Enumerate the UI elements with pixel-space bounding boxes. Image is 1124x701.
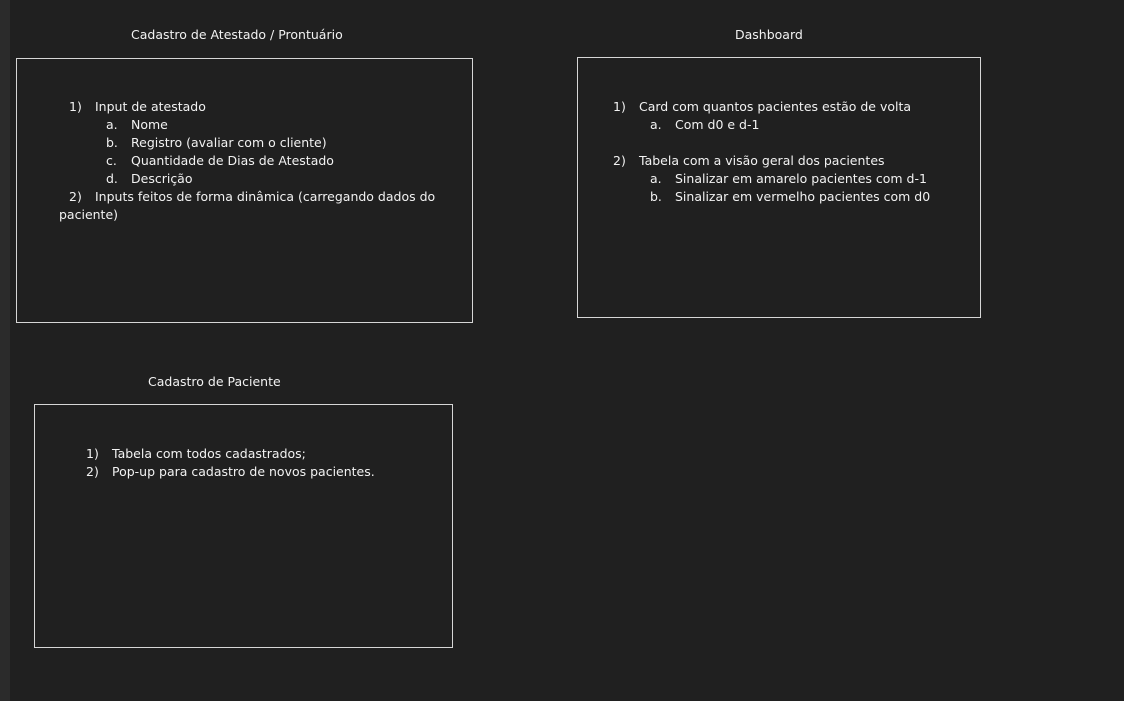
section-box-dashboard: 1) Card com quantos pacientes estão de v…	[577, 57, 981, 318]
list-item-continuation: paciente)	[59, 207, 119, 222]
section-title-paciente: Cadastro de Paciente	[148, 374, 281, 389]
section-box-paciente: 1) Tabela com todos cadastrados; 2) Pop-…	[34, 404, 453, 648]
section-title-atestado: Cadastro de Atestado / Prontuário	[131, 27, 343, 42]
section-title-dashboard: Dashboard	[735, 27, 803, 42]
section-box-atestado: 1) Input de atestado a. Nome b. Registro…	[16, 58, 473, 323]
left-edge-strip	[0, 0, 10, 701]
